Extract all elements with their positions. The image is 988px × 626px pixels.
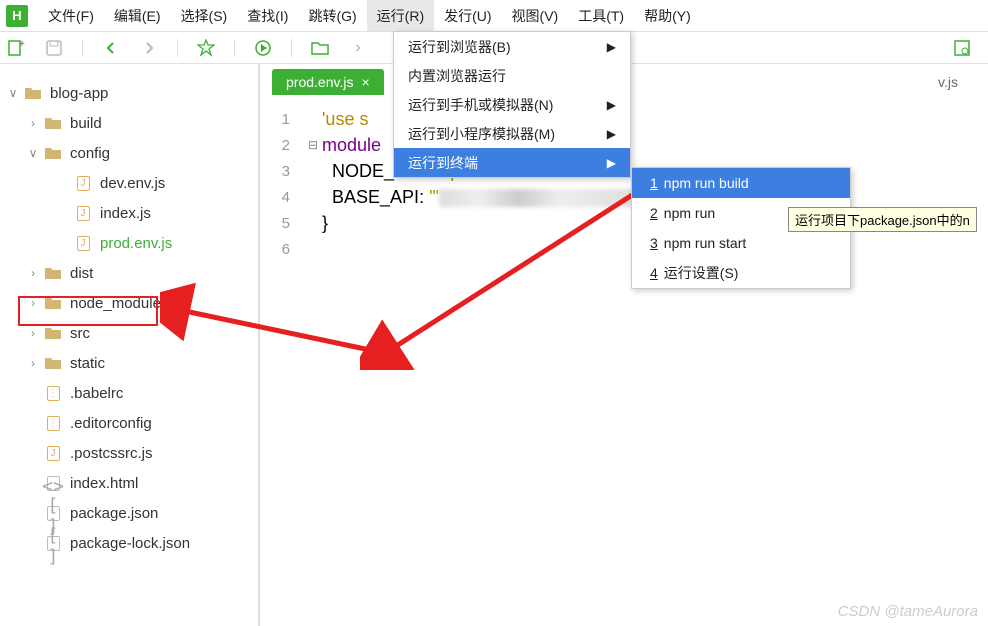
file-icon: <> xyxy=(44,474,62,492)
file-icon: [ ] xyxy=(44,534,62,552)
annotation-box-dist xyxy=(18,296,158,326)
tree-label: blog-app xyxy=(50,85,108,102)
tree-label: dev.env.js xyxy=(100,175,165,192)
forward-icon[interactable] xyxy=(139,38,159,58)
file-icon: [ ] xyxy=(44,504,62,522)
submenu-item[interactable]: 1npm run build xyxy=(632,168,850,198)
svg-text:+: + xyxy=(19,39,25,50)
run-menu-dropdown: 运行到浏览器(B)▶内置浏览器运行运行到手机或模拟器(N)▶运行到小程序模拟器(… xyxy=(393,31,631,178)
menu-tools[interactable]: 工具(T) xyxy=(568,0,634,31)
menu-help[interactable]: 帮助(Y) xyxy=(634,0,701,31)
tree-label: src xyxy=(70,325,90,342)
open-folder-icon[interactable] xyxy=(310,38,330,58)
submenu-item[interactable]: 3npm run start xyxy=(632,228,850,258)
file-icon: J xyxy=(74,204,92,222)
dropdown-item[interactable]: 运行到终端▶ xyxy=(394,148,630,177)
tree-file[interactable]: ⋮ .editorconfig xyxy=(0,408,258,438)
dropdown-item[interactable]: 运行到小程序模拟器(M)▶ xyxy=(394,119,630,148)
tree-file[interactable]: [ ] package.json xyxy=(0,498,258,528)
star-icon[interactable] xyxy=(196,38,216,58)
toolbar-divider xyxy=(177,39,178,57)
tree-label: .postcssrc.js xyxy=(70,445,153,462)
tab-label: prod.env.js xyxy=(286,74,353,90)
menu-goto[interactable]: 跳转(G) xyxy=(298,0,366,31)
tree-label: build xyxy=(70,115,102,132)
tree-label: package-lock.json xyxy=(70,535,190,552)
tree-file[interactable]: [ ] package-lock.json xyxy=(0,528,258,558)
preview-icon[interactable] xyxy=(952,38,972,58)
new-file-icon[interactable]: + xyxy=(6,38,26,58)
dropdown-item[interactable]: 内置浏览器运行 xyxy=(394,61,630,90)
file-icon: ⋮ xyxy=(44,384,62,402)
menu-view[interactable]: 视图(V) xyxy=(502,0,569,31)
tree-label: static xyxy=(70,355,105,372)
folder-icon xyxy=(44,114,62,132)
menu-edit[interactable]: 编辑(E) xyxy=(104,0,171,31)
menu-run[interactable]: 运行(R) xyxy=(367,0,434,31)
tab-other[interactable]: v.js xyxy=(938,74,988,90)
tree-label: dist xyxy=(70,265,93,282)
chevron-right-icon: ▶ xyxy=(607,98,616,112)
tree-label: index.js xyxy=(100,205,151,222)
save-icon[interactable] xyxy=(44,38,64,58)
tree-label: config xyxy=(70,145,110,162)
tree-label: package.json xyxy=(70,505,158,522)
file-icon: J xyxy=(74,234,92,252)
tree-folder[interactable]: ∨config xyxy=(0,138,258,168)
annotation-arrow-1 xyxy=(160,220,380,360)
tooltip: 运行项目下package.json中的n xyxy=(788,207,977,232)
menu-publish[interactable]: 发行(U) xyxy=(434,0,501,31)
tree-file[interactable]: Jdev.env.js xyxy=(0,168,258,198)
tree-label: index.html xyxy=(70,475,138,492)
chevron-right-icon: ▶ xyxy=(607,127,616,141)
chevron-right-icon: ▶ xyxy=(607,40,616,54)
tree-label: .editorconfig xyxy=(70,415,152,432)
toolbar-divider xyxy=(82,39,83,57)
chevron-right-icon: ▶ xyxy=(607,156,616,170)
annotation-arrow-2 xyxy=(360,180,660,370)
submenu-item[interactable]: 4运行设置(S) xyxy=(632,258,850,288)
app-logo: H xyxy=(6,5,28,27)
menu-file[interactable]: 文件(F) xyxy=(38,0,104,31)
toolbar-divider xyxy=(234,39,235,57)
menubar: H 文件(F) 编辑(E) 选择(S) 查找(I) 跳转(G) 运行(R) 发行… xyxy=(0,0,988,32)
tree-file[interactable]: <> index.html xyxy=(0,468,258,498)
folder-icon xyxy=(44,264,62,282)
breadcrumb-arrow-icon: › xyxy=(348,38,368,58)
close-tab-icon[interactable]: × xyxy=(361,74,369,90)
tree-folder[interactable]: ∨blog-app xyxy=(0,78,258,108)
tree-folder[interactable]: ›build xyxy=(0,108,258,138)
file-icon: J xyxy=(74,174,92,192)
tree-label: .babelrc xyxy=(70,385,123,402)
tree-file[interactable]: J .postcssrc.js xyxy=(0,438,258,468)
dropdown-item[interactable]: 运行到浏览器(B)▶ xyxy=(394,32,630,61)
dropdown-item[interactable]: 运行到手机或模拟器(N)▶ xyxy=(394,90,630,119)
toolbar-divider xyxy=(291,39,292,57)
tab-active[interactable]: prod.env.js × xyxy=(272,69,384,95)
file-icon: ⋮ xyxy=(44,414,62,432)
run-icon[interactable] xyxy=(253,38,273,58)
folder-icon xyxy=(44,144,62,162)
tree-file[interactable]: ⋮ .babelrc xyxy=(0,378,258,408)
back-icon[interactable] xyxy=(101,38,121,58)
menu-select[interactable]: 选择(S) xyxy=(171,0,238,31)
folder-icon xyxy=(44,324,62,342)
folder-icon xyxy=(44,354,62,372)
menu-find[interactable]: 查找(I) xyxy=(237,0,298,31)
folder-icon xyxy=(24,84,42,102)
watermark: CSDN @tameAurora xyxy=(838,603,978,620)
file-icon: J xyxy=(44,444,62,462)
